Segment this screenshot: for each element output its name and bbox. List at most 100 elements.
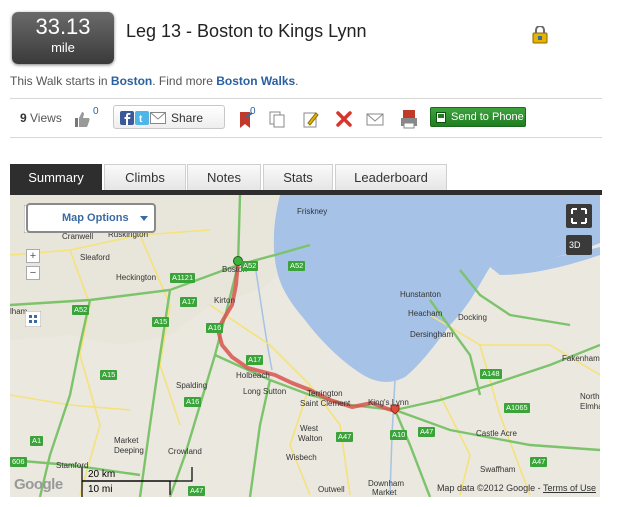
map-attribution: Map data ©2012 Google - Terms of Use <box>437 483 596 493</box>
place-label: Friskney <box>297 207 328 216</box>
road-shield: A148 <box>480 369 502 379</box>
place-label: Cranwell <box>62 232 94 241</box>
road-shield: A52 <box>72 305 90 315</box>
road-shield: A1121 <box>170 273 196 283</box>
tab-climbs[interactable]: Climbs <box>104 164 186 192</box>
road-shield: A16 <box>206 323 224 333</box>
road-shield: A17 <box>246 355 264 365</box>
scale-mi-label: 10 mi <box>88 484 113 495</box>
intro-prefix: This Walk starts in <box>10 74 111 88</box>
place-label: Crowland <box>168 447 202 456</box>
place-label: Market <box>372 488 397 497</box>
place-label: Holbeach <box>236 371 270 380</box>
scale-km-label: 20 km <box>88 469 116 480</box>
map-options-label: Map Options <box>62 212 129 224</box>
map-canvas <box>10 195 600 497</box>
place-label: Terrington <box>307 389 343 398</box>
tab-notes[interactable]: Notes <box>187 164 261 192</box>
share-button[interactable]: t Share <box>113 105 225 129</box>
divider <box>10 137 602 138</box>
twitter-icon: t <box>135 111 149 125</box>
facebook-icon <box>120 111 134 125</box>
road-shield: A17 <box>180 297 198 307</box>
phone-icon <box>436 112 446 123</box>
chevron-down-icon <box>140 216 148 221</box>
send-to-phone-button[interactable]: Send to Phone <box>430 107 526 127</box>
place-label: Heckington <box>116 273 157 282</box>
place-label: Spalding <box>176 381 208 390</box>
map-scale: 20 km 10 mi <box>82 467 192 495</box>
tab-summary[interactable]: Summary <box>10 164 102 193</box>
road-shield: A1065 <box>504 403 530 413</box>
map-layers-icon[interactable] <box>25 311 41 327</box>
start-location-link[interactable]: Boston <box>111 74 152 88</box>
tab-stats[interactable]: Stats <box>263 164 333 192</box>
place-label: Dersingham <box>410 330 454 339</box>
thumbs-up-icon[interactable] <box>73 110 91 128</box>
road-shield: A16 <box>184 397 202 407</box>
3d-label: 3D <box>569 240 581 250</box>
place-label: Walton <box>298 434 323 443</box>
delete-icon[interactable] <box>335 110 353 128</box>
views-count: 9 <box>20 111 27 125</box>
pdf-print-icon[interactable] <box>400 109 418 129</box>
place-label: King's Lynn <box>368 398 409 407</box>
place-label: Outwell <box>318 485 345 494</box>
walk-intro: This Walk starts in Boston. Find more Bo… <box>10 74 299 88</box>
place-label: Downham <box>368 479 405 488</box>
road-shield: A47 <box>530 457 548 467</box>
place-label: Swaffham <box>480 465 516 474</box>
road-shield: A52 <box>241 261 259 271</box>
edit-icon[interactable] <box>302 110 320 128</box>
bookmarks-count: 0 <box>250 106 256 117</box>
place-label: Castle Acre <box>476 429 517 438</box>
place-label: Deeping <box>114 446 144 455</box>
intro-middle: . Find more <box>152 74 217 88</box>
place-label: Wisbech <box>286 453 317 462</box>
route-map[interactable]: Friskney Cranwell Ruskington Sleaford Bo… <box>10 195 600 497</box>
place-label: Sleaford <box>80 253 110 262</box>
distance-badge: 33.13 mile <box>12 12 114 64</box>
place-label: Hunstanton <box>400 290 441 299</box>
road-shield: A10 <box>390 430 408 440</box>
place-label: West <box>300 424 319 433</box>
sea-area <box>273 195 600 382</box>
place-label: North <box>580 392 600 401</box>
share-label: Share <box>171 111 204 125</box>
fullscreen-button[interactable] <box>566 204 592 228</box>
intro-suffix: . <box>295 74 299 88</box>
lock-icon[interactable] <box>532 26 548 44</box>
zoom-in-button[interactable]: + <box>26 249 40 263</box>
road-shield: A47 <box>418 427 436 437</box>
more-walks-link[interactable]: Boston Walks <box>216 74 295 88</box>
place-label: Heacham <box>408 309 443 318</box>
expand-icon <box>571 208 587 224</box>
3d-view-button[interactable]: 3D <box>566 235 592 255</box>
tab-leaderboard[interactable]: Leaderboard <box>335 164 447 192</box>
place-label: Kirton <box>214 296 235 305</box>
copy-icon[interactable] <box>268 110 286 128</box>
place-label: Elmha <box>580 402 600 411</box>
road-shield: A1 <box>30 436 44 446</box>
place-label: Market <box>114 436 139 445</box>
road-shield: A52 <box>288 261 306 271</box>
action-toolbar: 9 Views 0 t Share 0 Send to Phone <box>10 100 602 136</box>
zoom-out-button[interactable]: − <box>26 266 40 280</box>
attribution-text: Map data ©2012 Google - <box>436 483 543 493</box>
divider <box>10 98 602 99</box>
terms-of-use-link[interactable]: Terms of Use <box>543 483 596 493</box>
road-shield: A15 <box>152 317 170 327</box>
place-label: Saint Clement <box>300 399 351 408</box>
google-logo: Google <box>14 476 63 493</box>
views-counter: 9 Views <box>20 111 62 125</box>
email-icon[interactable] <box>366 110 384 128</box>
email-share-icon <box>150 112 166 124</box>
road-shield: A15 <box>100 370 118 380</box>
likes-count: 0 <box>93 106 99 117</box>
road-shield: A47 <box>336 432 354 442</box>
views-label: Views <box>26 111 62 125</box>
distance-unit: mile <box>51 40 75 55</box>
send-to-phone-label: Send to Phone <box>451 111 524 123</box>
page-title: Leg 13 - Boston to Kings Lynn <box>126 21 367 41</box>
map-options-button[interactable]: Map Options <box>26 203 156 233</box>
